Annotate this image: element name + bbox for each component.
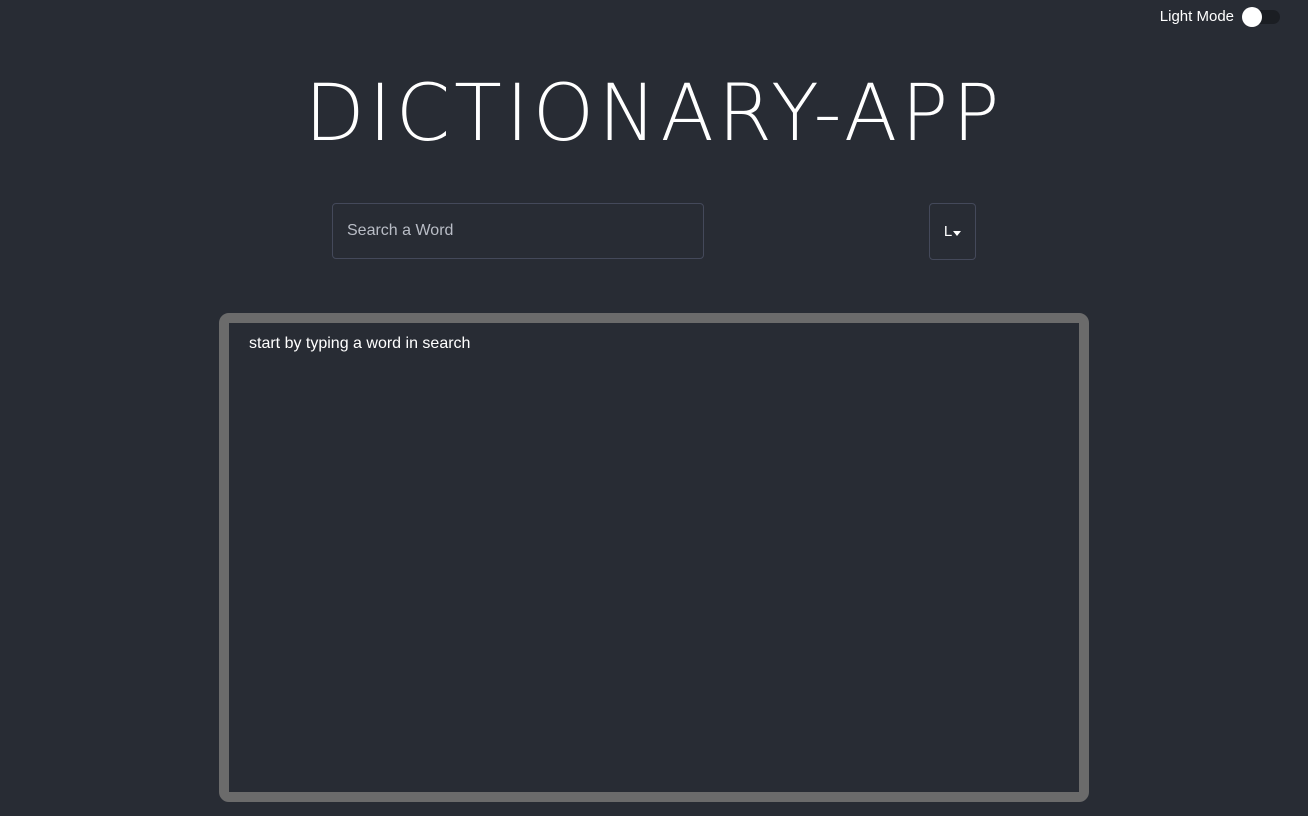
light-mode-switch[interactable] bbox=[1242, 6, 1280, 27]
results-panel: start by typing a word in search bbox=[219, 313, 1089, 802]
search-input[interactable] bbox=[333, 204, 703, 258]
switch-thumb bbox=[1242, 6, 1262, 27]
dropdown-caret-icon bbox=[953, 231, 962, 236]
dictionary-page: Light Mode DICTIONARY-APP L start by typ… bbox=[0, 0, 1308, 816]
light-mode-label: Light Mode bbox=[1159, 8, 1234, 25]
light-mode-toggle[interactable]: Light Mode bbox=[1159, 6, 1280, 27]
language-select[interactable]: L bbox=[929, 203, 976, 260]
results-hint: start by typing a word in search bbox=[249, 335, 471, 352]
app-title: DICTIONARY-APP bbox=[304, 69, 1004, 159]
search-field[interactable] bbox=[332, 203, 704, 259]
language-select-value: L bbox=[943, 223, 953, 240]
